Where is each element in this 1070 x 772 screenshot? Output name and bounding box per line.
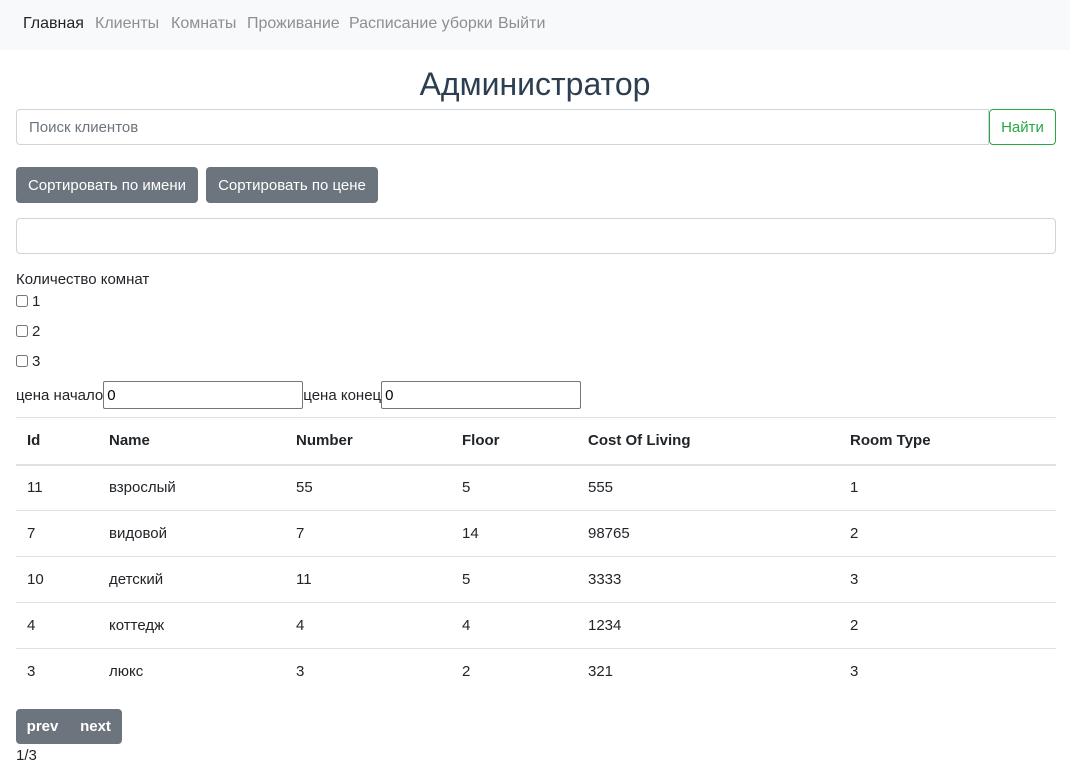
room-count-checkbox-1[interactable] (16, 295, 28, 307)
nav-item-home[interactable]: Главная (23, 15, 84, 33)
cell-room-type: 1 (839, 464, 1056, 511)
cell-number: 4 (285, 602, 451, 649)
nav-item-clients[interactable]: Клиенты (95, 15, 159, 33)
column-header-floor: Floor (451, 417, 577, 466)
cell-name: коттедж (98, 602, 285, 649)
rooms-table: Id Name Number Floor Cost Of Living Room… (16, 417, 1056, 695)
column-header-room-type: Room Type (839, 417, 1056, 466)
cell-id: 11 (16, 464, 98, 511)
cell-floor: 5 (451, 556, 577, 603)
table-row: 11 взрослый 55 5 555 1 (16, 464, 1056, 511)
cell-id: 4 (16, 602, 98, 649)
sort-by-name-button[interactable]: Сортировать по имени (16, 167, 198, 203)
room-count-label: Количество комнат (16, 271, 150, 288)
price-start-label: цена начало (16, 386, 104, 404)
cell-room-type: 3 (839, 556, 1056, 603)
nav-item-rooms[interactable]: Комнаты (171, 15, 236, 33)
cell-number: 11 (285, 556, 451, 603)
column-header-name: Name (98, 417, 285, 466)
cell-name: взрослый (98, 464, 285, 511)
cell-cost: 98765 (577, 510, 839, 557)
next-page-button[interactable]: next (69, 709, 122, 744)
room-count-option-1[interactable]: 1 (16, 292, 40, 310)
column-header-id: Id (16, 417, 98, 466)
search-button[interactable]: Найти (989, 109, 1056, 145)
filter-text-input[interactable] (16, 218, 1056, 254)
cell-id: 7 (16, 510, 98, 557)
room-count-option-2[interactable]: 2 (16, 322, 40, 340)
nav-item-cleaning-schedule[interactable]: Расписание уборки (349, 15, 493, 33)
price-range-filter: цена начало цена конец (16, 381, 582, 409)
cell-name: видовой (98, 510, 285, 557)
table-header-row: Id Name Number Floor Cost Of Living Room… (16, 417, 1056, 466)
cell-floor: 5 (451, 464, 577, 511)
price-start-input[interactable] (103, 381, 304, 409)
page-title: Администратор (419, 66, 651, 102)
cell-cost: 3333 (577, 556, 839, 603)
table-row: 10 детский 11 5 3333 3 (16, 556, 1056, 603)
cell-cost: 555 (577, 464, 839, 511)
cell-number: 55 (285, 464, 451, 511)
nav-item-accommodation[interactable]: Проживание (247, 15, 340, 33)
cell-room-type: 2 (839, 602, 1056, 649)
column-header-cost: Cost Of Living (577, 417, 839, 466)
cell-id: 3 (16, 648, 98, 695)
table-row: 7 видовой 7 14 98765 2 (16, 510, 1056, 557)
room-count-option-label: 3 (32, 352, 41, 370)
cell-floor: 4 (451, 602, 577, 649)
room-count-option-label: 1 (32, 292, 41, 310)
price-end-input[interactable] (381, 381, 582, 409)
column-header-number: Number (285, 417, 451, 466)
cell-id: 10 (16, 556, 98, 603)
cell-room-type: 2 (839, 510, 1056, 557)
room-count-option-label: 2 (32, 322, 41, 340)
prev-page-button[interactable]: prev (16, 709, 69, 744)
top-navbar: Главная Клиенты Комнаты Проживание Распи… (0, 0, 1070, 50)
cell-cost: 1234 (577, 602, 839, 649)
cell-number: 3 (285, 648, 451, 695)
nav-item-logout[interactable]: Выйти (498, 15, 545, 33)
sort-by-price-button[interactable]: Сортировать по цене (206, 167, 378, 203)
room-count-option-3[interactable]: 3 (16, 352, 40, 370)
room-count-checkbox-2[interactable] (16, 325, 28, 337)
cell-cost: 321 (577, 648, 839, 695)
room-count-checkbox-3[interactable] (16, 355, 28, 367)
cell-floor: 2 (451, 648, 577, 695)
cell-room-type: 3 (839, 648, 1056, 695)
cell-name: люкс (98, 648, 285, 695)
table-row: 3 люкс 3 2 321 3 (16, 648, 1056, 695)
cell-floor: 14 (451, 510, 577, 557)
cell-number: 7 (285, 510, 451, 557)
cell-name: детский (98, 556, 285, 603)
client-search-input[interactable] (16, 109, 989, 145)
page-indicator: 1/3 (16, 747, 37, 764)
price-end-label: цена конец (303, 386, 382, 404)
table-row: 4 коттедж 4 4 1234 2 (16, 602, 1056, 649)
